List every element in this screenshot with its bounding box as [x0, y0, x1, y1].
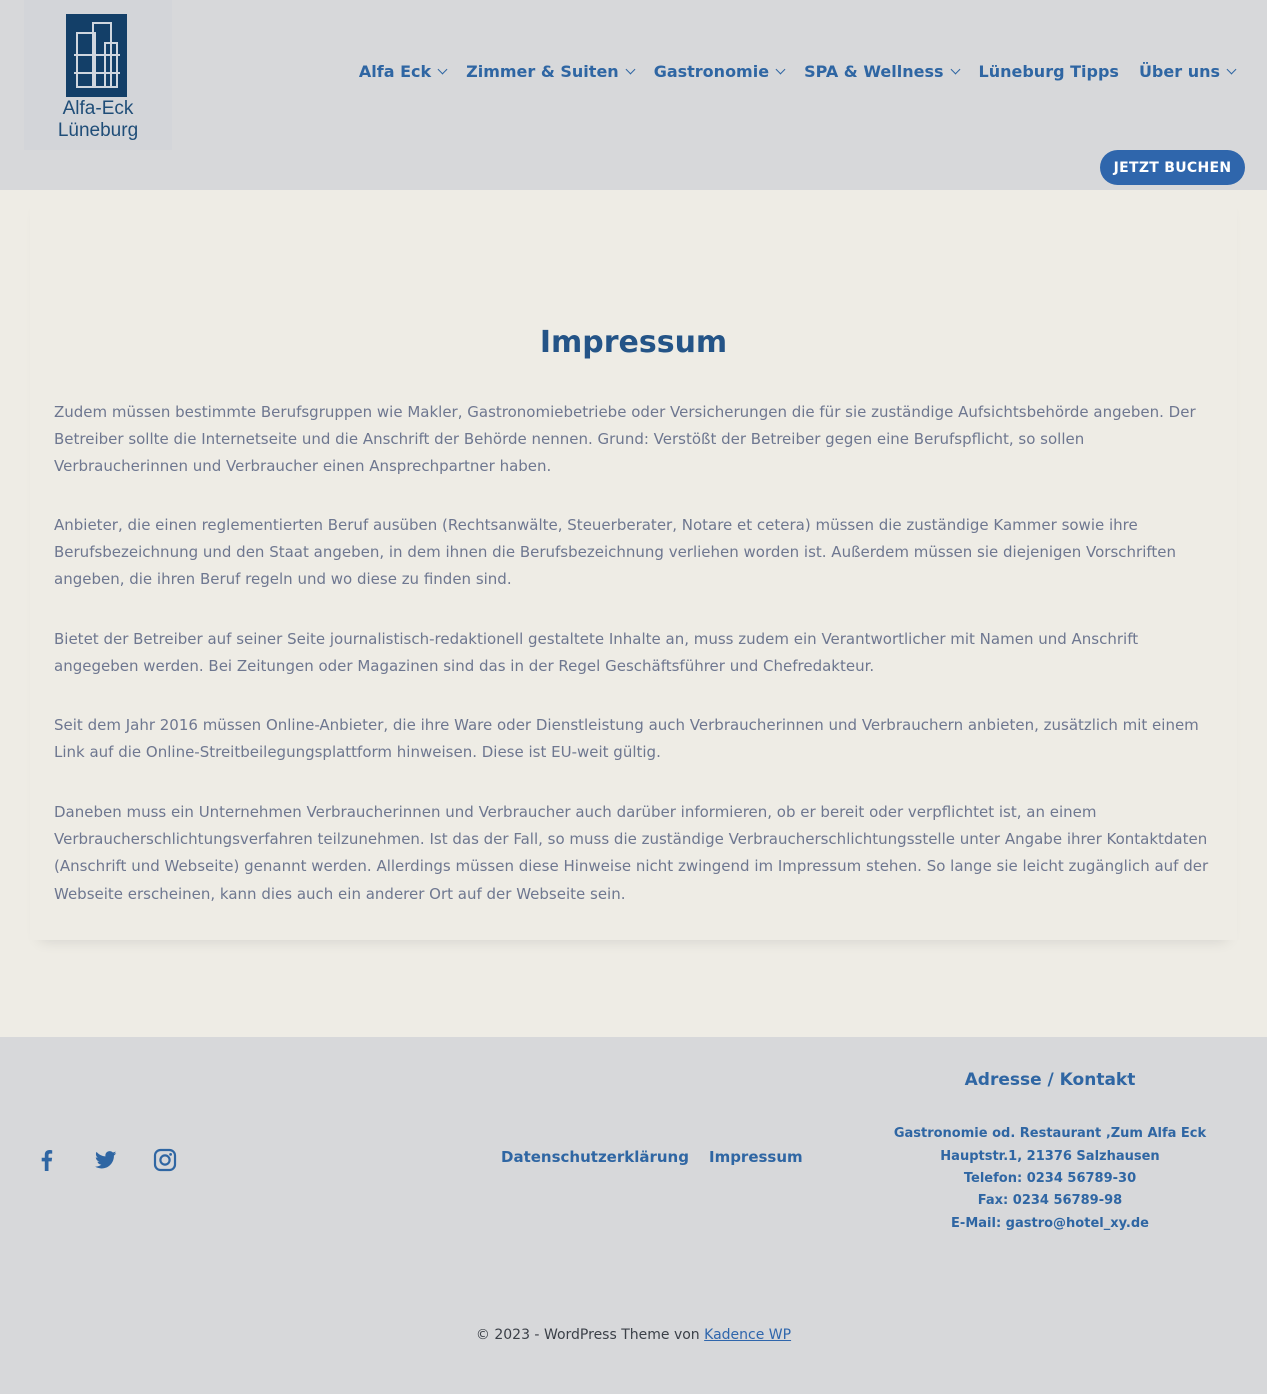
contact-heading: Adresse / Kontakt [964, 1070, 1136, 1090]
facebook-icon[interactable] [31, 1145, 61, 1175]
chevron-down-icon [625, 64, 636, 75]
chevron-down-icon [437, 64, 448, 75]
nav-item-label: Alfa Eck [358, 62, 432, 81]
contact-fax: Fax: 0234 56789-98 [977, 1193, 1123, 1208]
site-footer: Datenschutzerklärung Impressum Adresse /… [0, 1037, 1267, 1394]
site-header: Alfa-Eck Lüneburg Alfa Eck Zimmer & Suit… [0, 0, 1267, 190]
logo-text-name: Alfa-Eck [62, 98, 134, 119]
footer-link-privacy[interactable]: Datenschutzerklärung [501, 1148, 689, 1166]
content-paragraph: Anbieter, die einen reglementierten Beru… [54, 516, 1177, 589]
chevron-down-icon [950, 64, 960, 75]
chevron-down-icon [1226, 64, 1237, 75]
contact-phone: Telefon: 0234 56789-30 [963, 1171, 1137, 1186]
copyright: © 2023 - WordPress Theme von Kadence WP [0, 1327, 1267, 1343]
nav-item-label: SPA & Wellness [804, 62, 944, 81]
content-paragraph: Bietet der Betreiber auf seiner Seite jo… [54, 630, 1139, 676]
content-paragraph: Zudem müssen bestimmte Berufsgruppen wie… [54, 403, 1196, 476]
nav-item-label: Zimmer & Suiten [466, 62, 619, 81]
book-now-button[interactable]: JETZT BUCHEN [1100, 150, 1245, 185]
page-title: Impressum [539, 325, 728, 360]
chevron-down-icon [775, 64, 786, 75]
nav-item-ueber-uns[interactable]: Über uns [1138, 62, 1237, 81]
site-logo[interactable]: Alfa-Eck Lüneburg [24, 0, 172, 150]
nav-item-label: Über uns [1138, 62, 1220, 81]
contact-address: Hauptstr.1, 21376 Salzhausen [940, 1149, 1160, 1164]
copyright-text: © 2023 - WordPress Theme von [475, 1327, 705, 1343]
content-paragraph: Seit dem Jahr 2016 müssen Online-Anbiete… [54, 716, 1199, 762]
contact-email[interactable]: E-Mail: gastro@hotel_xy.de [880, 1216, 1220, 1231]
logo-text-city: Lüneburg [57, 120, 139, 141]
nav-item-spa-wellness[interactable]: SPA & Wellness [804, 62, 960, 81]
nav-item-label: Lüneburg Tipps [978, 62, 1119, 81]
nav-item-alfa-eck[interactable]: Alfa Eck [358, 62, 448, 81]
building-logo-icon [66, 14, 127, 97]
nav-item-label: Gastronomie [653, 62, 770, 81]
content-paragraph: Daneben muss ein Unternehmen Verbraucher… [54, 803, 1209, 903]
twitter-icon[interactable] [91, 1145, 121, 1175]
nav-item-gastronomie[interactable]: Gastronomie [653, 62, 786, 81]
footer-link-imprint[interactable]: Impressum [709, 1148, 803, 1166]
contact-name: Gastronomie od. Restaurant ‚Zum Alfa Eck [893, 1126, 1207, 1141]
main-navigation: Alfa Eck Zimmer & Suiten Gastronomie SPA… [358, 62, 1237, 81]
nav-item-zimmer-suiten[interactable]: Zimmer & Suiten [466, 62, 636, 81]
nav-item-lueneburg-tipps[interactable]: Lüneburg Tipps [979, 62, 1119, 81]
kadence-link[interactable]: Kadence WP [704, 1327, 791, 1343]
instagram-icon[interactable] [150, 1145, 180, 1175]
footer-links: Datenschutzerklärung Impressum [501, 1148, 803, 1166]
